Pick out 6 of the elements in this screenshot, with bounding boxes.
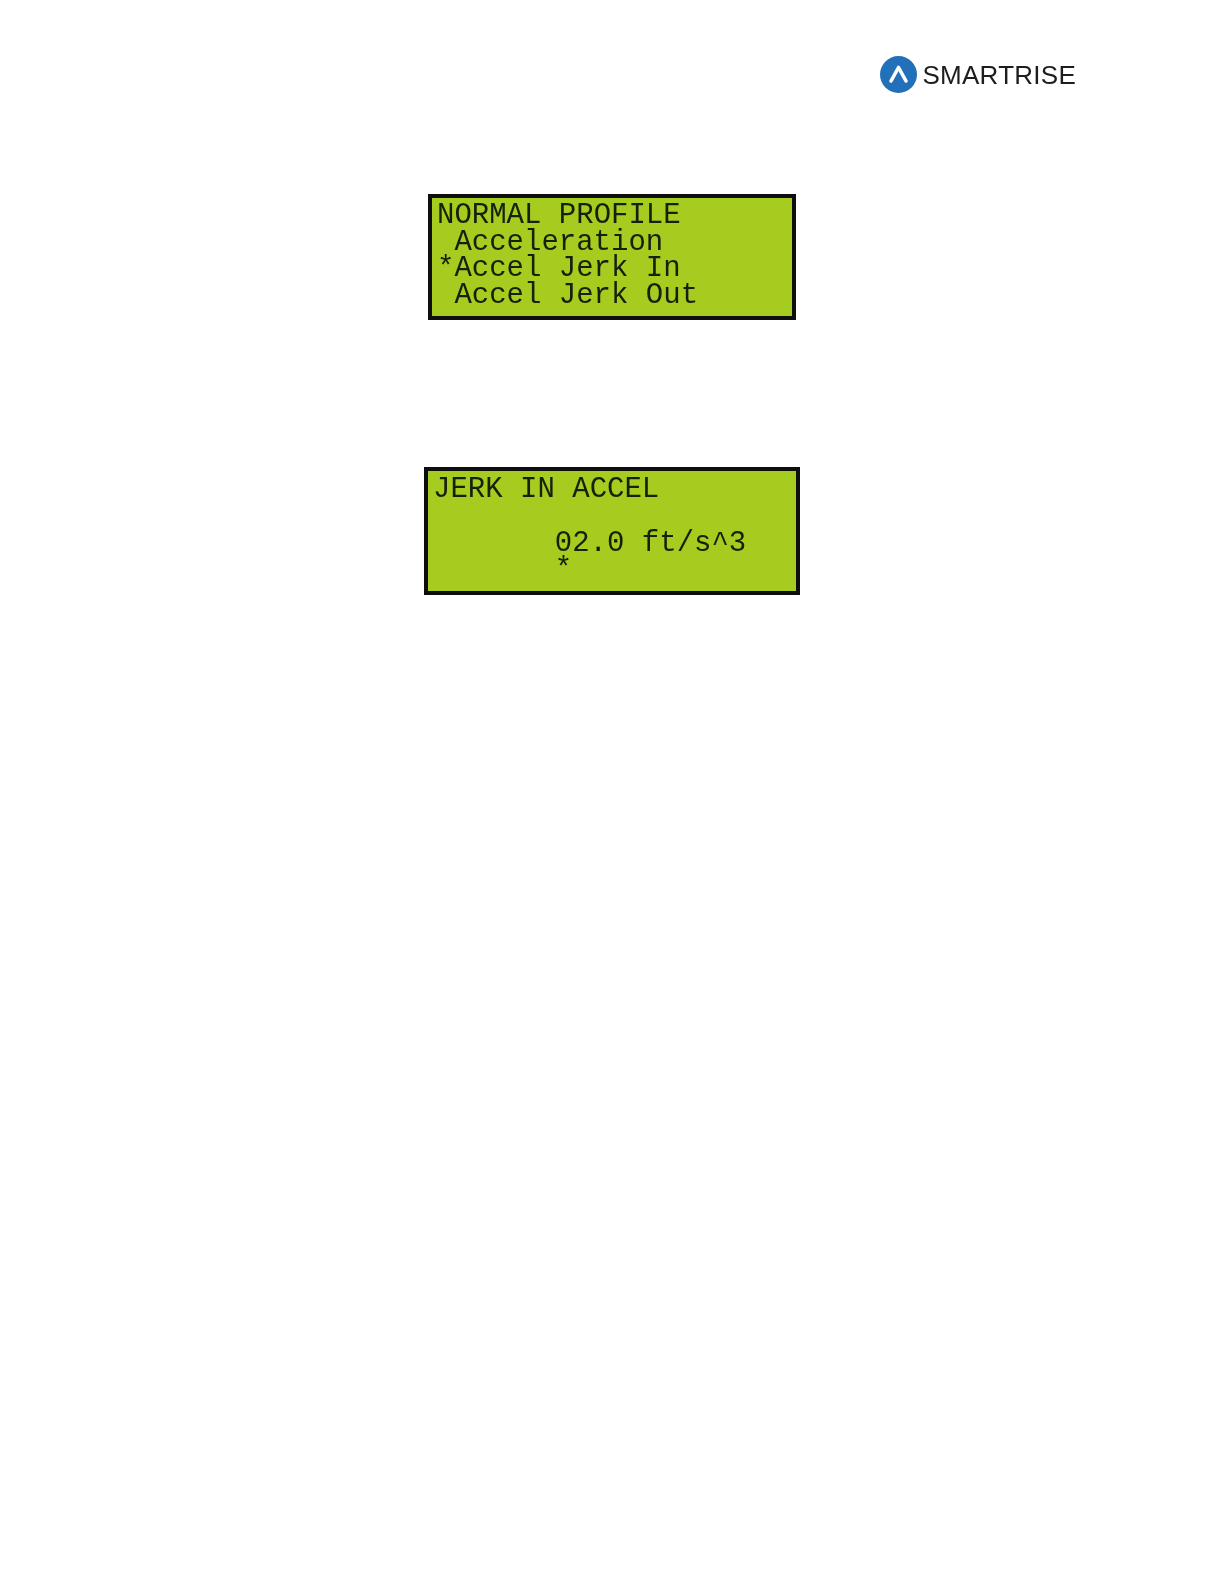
screen-title: JERK IN ACCEL xyxy=(433,477,660,504)
cursor-marker: * xyxy=(554,557,573,585)
logo-wordmark: SMARTRISE xyxy=(922,59,1076,90)
menu-item[interactable]: Accel Jerk Out xyxy=(454,282,699,309)
cursor-marker: * xyxy=(437,256,455,283)
logo-icon xyxy=(880,56,918,93)
